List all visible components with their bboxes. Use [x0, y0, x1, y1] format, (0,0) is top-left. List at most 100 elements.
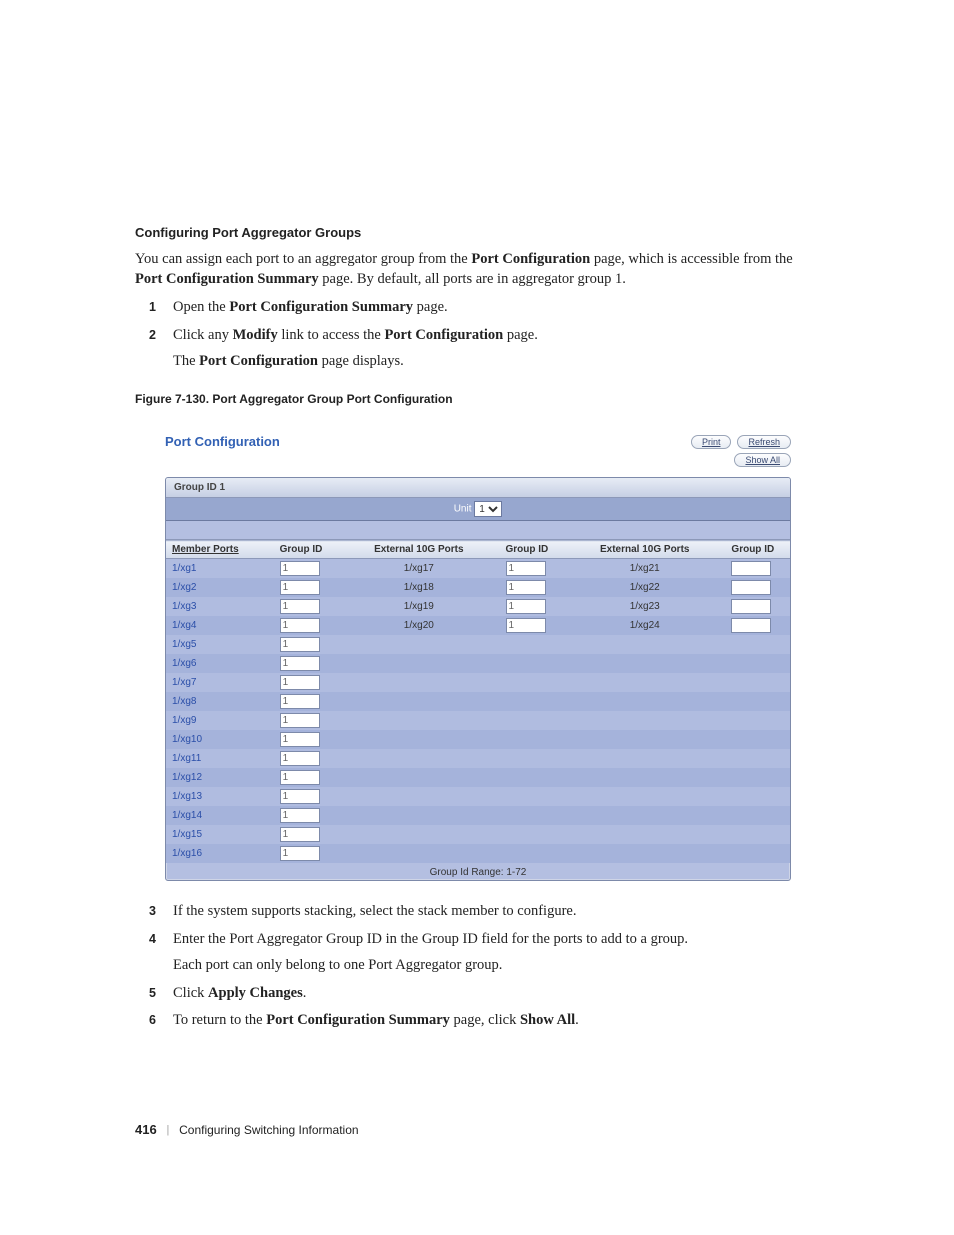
step2-mid: link to access the	[278, 327, 385, 343]
member-port-link[interactable]: 1/xg8	[172, 696, 196, 707]
group-id-input[interactable]	[280, 713, 320, 728]
table-row: 1/xg5	[166, 635, 790, 654]
member-port-link[interactable]: 1/xg6	[172, 658, 196, 669]
page-number: 416	[135, 1122, 157, 1137]
step2-bold: Modify	[233, 327, 278, 343]
table-row: 1/xg41/xg201/xg24	[166, 616, 790, 635]
member-port-link[interactable]: 1/xg7	[172, 677, 196, 688]
member-port-link[interactable]: 1/xg2	[172, 582, 196, 593]
port-config-screenshot: Port Configuration Print Refresh Show Al…	[135, 424, 819, 887]
intro-a: You can assign each port to an aggregato…	[135, 251, 471, 267]
member-port-link[interactable]: 1/xg3	[172, 601, 196, 612]
group-id-input[interactable]	[506, 561, 546, 576]
member-port-link[interactable]: 1/xg11	[172, 753, 201, 764]
member-port-link[interactable]: 1/xg4	[172, 620, 196, 631]
step4-extra: Each port can only belong to one Port Ag…	[173, 955, 819, 977]
step5-bold: Apply Changes	[208, 985, 303, 1001]
group-id-input[interactable]	[506, 580, 546, 595]
step-1: Open the Port Configuration Summary page…	[149, 297, 819, 319]
step3-text: If the system supports stacking, select …	[173, 903, 576, 919]
unit-select[interactable]: 1	[474, 501, 502, 517]
group-id-input[interactable]	[280, 732, 320, 747]
refresh-button[interactable]: Refresh	[737, 435, 791, 449]
member-port-link[interactable]: 1/xg5	[172, 639, 196, 650]
external-port: 1/xg21	[570, 563, 719, 574]
step2-pre: Click any	[173, 327, 233, 343]
group-id-input[interactable]	[731, 599, 771, 614]
step6-mid: page, click	[450, 1012, 520, 1028]
member-port-link[interactable]: 1/xg12	[172, 772, 202, 783]
intro-b: Port Configuration	[471, 251, 590, 267]
table-row: 1/xg8	[166, 692, 790, 711]
group-id-input[interactable]	[280, 770, 320, 785]
intro-c: page, which is accessible from the	[590, 251, 793, 267]
group-id-input[interactable]	[731, 618, 771, 633]
chapter-title: Configuring Switching Information	[179, 1123, 358, 1137]
external-port: 1/xg17	[344, 563, 493, 574]
step2-bold2: Port Configuration	[384, 327, 503, 343]
hdr-member: Member Ports	[166, 541, 274, 559]
table-row: 1/xg6	[166, 654, 790, 673]
step2-extra-pre: The	[173, 353, 199, 369]
figure-caption: Figure 7-130. Port Aggregator Group Port…	[135, 392, 819, 406]
intro-e: page. By default, all ports are in aggre…	[319, 271, 626, 287]
ports-table: Member Ports Group ID External 10G Ports…	[166, 540, 790, 863]
step1-pre: Open the	[173, 299, 229, 315]
group-id-input[interactable]	[280, 694, 320, 709]
step2-extra: The Port Configuration page displays.	[173, 351, 819, 373]
group-id-input[interactable]	[280, 599, 320, 614]
group-id-input[interactable]	[280, 846, 320, 861]
hdr-ext-2: External 10G Ports	[564, 541, 725, 559]
group-id-input[interactable]	[280, 580, 320, 595]
hdr-gid-3: Group ID	[725, 541, 790, 559]
table-row: 1/xg10	[166, 730, 790, 749]
print-button[interactable]: Print	[691, 435, 732, 449]
member-port-link[interactable]: 1/xg10	[172, 734, 202, 745]
external-port: 1/xg18	[344, 582, 493, 593]
table-row: 1/xg11	[166, 749, 790, 768]
step-6: To return to the Port Configuration Summ…	[149, 1010, 819, 1032]
group-id-input[interactable]	[280, 618, 320, 633]
member-port-link[interactable]: 1/xg15	[172, 829, 202, 840]
table-row: 1/xg13	[166, 787, 790, 806]
external-port: 1/xg19	[344, 601, 493, 612]
table-row: 1/xg3 1/xg19 1/xg23	[166, 597, 790, 616]
table-row: 1/xg16	[166, 844, 790, 863]
group-id-input[interactable]	[280, 637, 320, 652]
group-id-input[interactable]	[280, 561, 320, 576]
group-id-input[interactable]	[280, 808, 320, 823]
section-heading: Configuring Port Aggregator Groups	[135, 225, 819, 240]
group-id-input[interactable]	[280, 789, 320, 804]
group-id-input[interactable]	[280, 827, 320, 842]
group-id-input[interactable]	[731, 561, 771, 576]
group-id-input[interactable]	[506, 618, 546, 633]
page-title: Port Configuration	[165, 434, 685, 449]
step6-pre: To return to the	[173, 1012, 266, 1028]
step2-extra-post: page displays.	[318, 353, 404, 369]
group-id-input[interactable]	[280, 675, 320, 690]
group-id-input[interactable]	[506, 599, 546, 614]
group-id-input[interactable]	[731, 580, 771, 595]
step6-post: .	[575, 1012, 579, 1028]
member-port-link[interactable]: 1/xg14	[172, 810, 202, 821]
external-port: 1/xg23	[570, 601, 719, 612]
intro-paragraph: You can assign each port to an aggregato…	[135, 250, 819, 289]
member-port-link[interactable]: 1/xg1	[172, 563, 196, 574]
show-all-button[interactable]: Show All	[734, 453, 791, 467]
table-row: 1/xg15	[166, 825, 790, 844]
step5-post: .	[303, 985, 307, 1001]
group-id-input[interactable]	[280, 656, 320, 671]
step4-text: Enter the Port Aggregator Group ID in th…	[173, 931, 688, 947]
group-id-header: Group ID 1	[166, 478, 790, 498]
group-id-input[interactable]	[280, 751, 320, 766]
step-4: Enter the Port Aggregator Group ID in th…	[149, 929, 819, 977]
table-row: 1/xg12	[166, 768, 790, 787]
hdr-ext-1: External 10G Ports	[338, 541, 499, 559]
step-2: Click any Modify link to access the Port…	[149, 325, 819, 373]
member-port-link[interactable]: 1/xg13	[172, 791, 202, 802]
member-port-link[interactable]: 1/xg16	[172, 848, 202, 859]
external-port: 1/xg22	[570, 582, 719, 593]
member-port-link[interactable]: 1/xg9	[172, 715, 196, 726]
step1-bold: Port Configuration Summary	[229, 299, 413, 315]
group-id-range: Group Id Range: 1-72	[166, 863, 790, 880]
